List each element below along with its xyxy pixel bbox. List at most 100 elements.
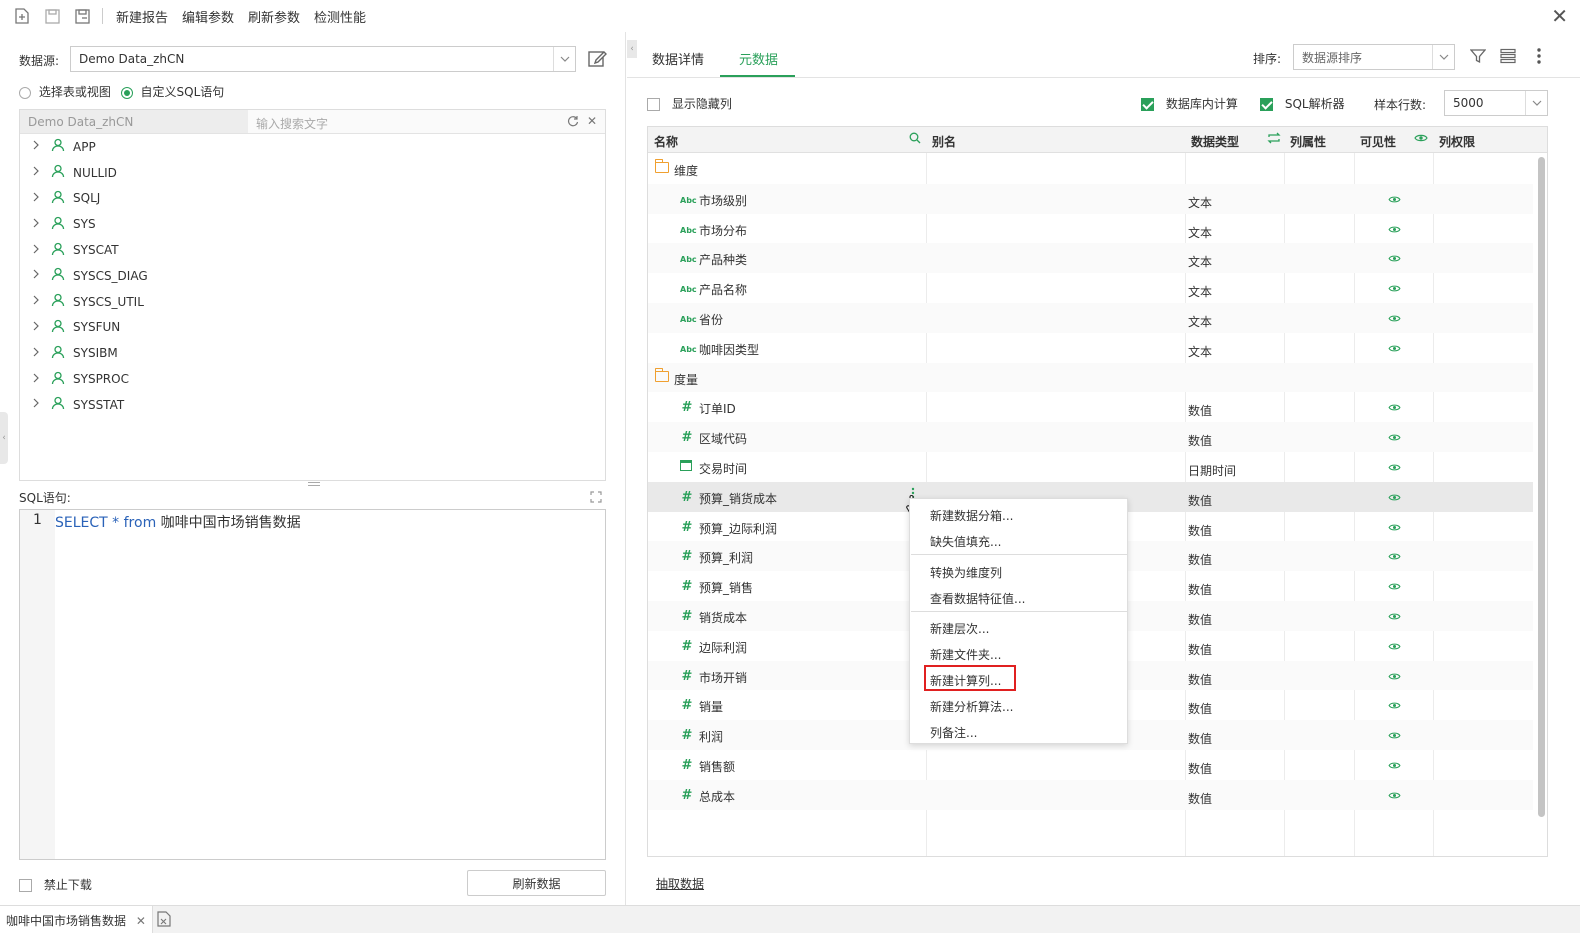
column-row[interactable]: Abc 市场分布 文本 (648, 214, 1533, 244)
eye-icon[interactable] (1388, 312, 1401, 326)
more-options-icon[interactable] (1536, 47, 1542, 68)
chevron-right-icon[interactable] (33, 398, 47, 411)
eye-icon[interactable] (1388, 521, 1401, 535)
col-header-attr[interactable]: 列属性 (1290, 133, 1326, 150)
eye-icon[interactable] (1388, 550, 1401, 564)
eye-icon[interactable] (1388, 193, 1401, 207)
tree-item[interactable]: SQLJ (20, 186, 605, 212)
menu-item[interactable]: 查看数据特征值... (930, 590, 1025, 607)
menu-item[interactable]: 列备注... (930, 724, 977, 741)
eye-icon[interactable] (1388, 491, 1401, 505)
eye-icon[interactable] (1388, 670, 1401, 684)
folder-row[interactable]: 维度 (648, 154, 1533, 184)
column-row[interactable]: Abc 产品名称 文本 (648, 273, 1533, 303)
folder-row[interactable]: 度量 (648, 362, 1533, 393)
eye-icon[interactable] (1388, 610, 1401, 624)
menu-item[interactable]: 新建分析算法... (930, 698, 1013, 715)
tree-item[interactable]: SYS (20, 211, 605, 237)
eye-icon[interactable] (1388, 252, 1401, 266)
column-row[interactable]: Abc 市场级别 文本 (648, 183, 1533, 214)
tree-item[interactable]: SYSFUN (20, 315, 605, 341)
splitter-handle[interactable] (308, 482, 320, 486)
chevron-right-icon[interactable] (33, 373, 47, 386)
menu-item[interactable]: 新建数据分箱... (930, 507, 1013, 524)
refresh-data-button[interactable]: 刷新数据 (467, 870, 606, 896)
eye-icon[interactable] (1388, 789, 1401, 803)
col-header-permission[interactable]: 列权限 (1439, 133, 1475, 150)
eye-icon[interactable] (1388, 580, 1401, 594)
refresh-icon[interactable] (563, 110, 583, 133)
chevron-right-icon[interactable] (33, 218, 47, 231)
menu-item[interactable]: 新建层次... (930, 620, 989, 637)
tab-metadata[interactable]: 元数据 (739, 49, 778, 68)
sql-parser-checkbox[interactable] (1260, 98, 1273, 111)
col-header-visible[interactable]: 可见性 (1360, 133, 1396, 150)
tree-search-input[interactable]: 输入搜索文字 (248, 110, 563, 133)
column-row[interactable]: # 订单ID 数值 (648, 392, 1533, 422)
chevron-right-icon[interactable] (33, 140, 47, 153)
sort-select[interactable]: 数据源排序 (1293, 44, 1455, 70)
chevron-down-icon[interactable] (1432, 45, 1454, 69)
eye-icon[interactable] (1388, 461, 1401, 475)
chevron-down-icon[interactable] (1525, 91, 1547, 115)
sql-editor[interactable]: 1 SELECT * from 咖啡中国市场销售数据 (19, 509, 606, 860)
sample-rows-select[interactable]: 5000 (1444, 90, 1548, 116)
edit-params-button[interactable]: 编辑参数 (182, 7, 234, 26)
column-row[interactable]: Abc 产品种类 文本 (648, 243, 1533, 274)
tree-item[interactable]: APP (20, 134, 605, 160)
col-header-alias[interactable]: 别名 (932, 133, 956, 150)
tree-item[interactable]: SYSCAT (20, 237, 605, 263)
clear-search-icon[interactable]: ✕ (583, 110, 605, 133)
eye-icon[interactable] (1388, 223, 1401, 237)
tree-item[interactable]: SYSSTAT (20, 392, 605, 418)
eye-icon[interactable] (1388, 282, 1401, 296)
vertical-scrollbar[interactable] (1538, 157, 1545, 817)
chevron-right-icon[interactable] (33, 295, 47, 308)
sheet-tab[interactable]: 咖啡中国市场销售数据 ✕ (0, 906, 153, 933)
eye-icon[interactable] (1388, 699, 1401, 713)
tree-item[interactable]: SYSCS_UTIL (20, 289, 605, 315)
eye-icon[interactable] (1388, 431, 1401, 445)
radio-custom-sql[interactable] (120, 86, 133, 99)
eye-icon[interactable] (1388, 640, 1401, 654)
eye-icon[interactable] (1388, 401, 1401, 415)
sql-code-line[interactable]: SELECT * from 咖啡中国市场销售数据 (55, 512, 301, 532)
new-report-button[interactable]: 新建报告 (116, 7, 168, 26)
db-compute-checkbox[interactable] (1141, 98, 1154, 111)
column-row[interactable]: Abc 咖啡因类型 文本 (648, 333, 1533, 363)
edit-icon[interactable] (587, 48, 607, 71)
menu-item[interactable]: 新建计算列... (930, 672, 1001, 689)
save-icon[interactable] (44, 8, 60, 24)
column-row[interactable]: # 总成本 数值 (648, 779, 1533, 810)
close-icon[interactable]: ✕ (1551, 6, 1568, 26)
column-row[interactable]: # 区域代码 数值 (648, 422, 1533, 452)
collapse-right-handle[interactable]: ‹ (627, 40, 637, 58)
save-as-icon[interactable] (74, 8, 90, 24)
chevron-right-icon[interactable] (33, 269, 47, 282)
new-file-icon[interactable] (14, 8, 30, 24)
eye-icon[interactable] (1388, 342, 1401, 356)
chevron-right-icon[interactable] (33, 321, 47, 334)
col-header-type[interactable]: 数据类型 (1191, 133, 1239, 150)
tab-data-details[interactable]: 数据详情 (652, 49, 704, 68)
disable-download-checkbox[interactable] (19, 879, 32, 892)
refresh-params-button[interactable]: 刷新参数 (248, 7, 300, 26)
filter-icon[interactable] (1469, 48, 1487, 67)
datasource-select[interactable]: Demo Data_zhCN (70, 46, 576, 72)
tree-item[interactable]: SYSCS_DIAG (20, 263, 605, 289)
menu-item[interactable]: 转换为维度列 (930, 564, 1002, 581)
close-tab-icon[interactable]: ✕ (136, 914, 146, 928)
menu-item[interactable]: 缺失值填充... (930, 533, 1001, 550)
chevron-right-icon[interactable] (33, 166, 47, 179)
eye-icon[interactable] (1388, 759, 1401, 773)
convert-icon[interactable] (1267, 132, 1281, 147)
chevron-down-icon[interactable] (553, 47, 575, 71)
chevron-right-icon[interactable] (33, 192, 47, 205)
chevron-right-icon[interactable] (33, 347, 47, 360)
search-icon[interactable] (909, 132, 921, 147)
eye-icon[interactable] (1388, 729, 1401, 743)
show-hidden-checkbox[interactable] (647, 98, 660, 111)
collapse-left-handle[interactable]: ‹ (0, 412, 8, 464)
col-header-name[interactable]: 名称 (654, 133, 678, 150)
tree-item[interactable]: NULLID (20, 160, 605, 186)
